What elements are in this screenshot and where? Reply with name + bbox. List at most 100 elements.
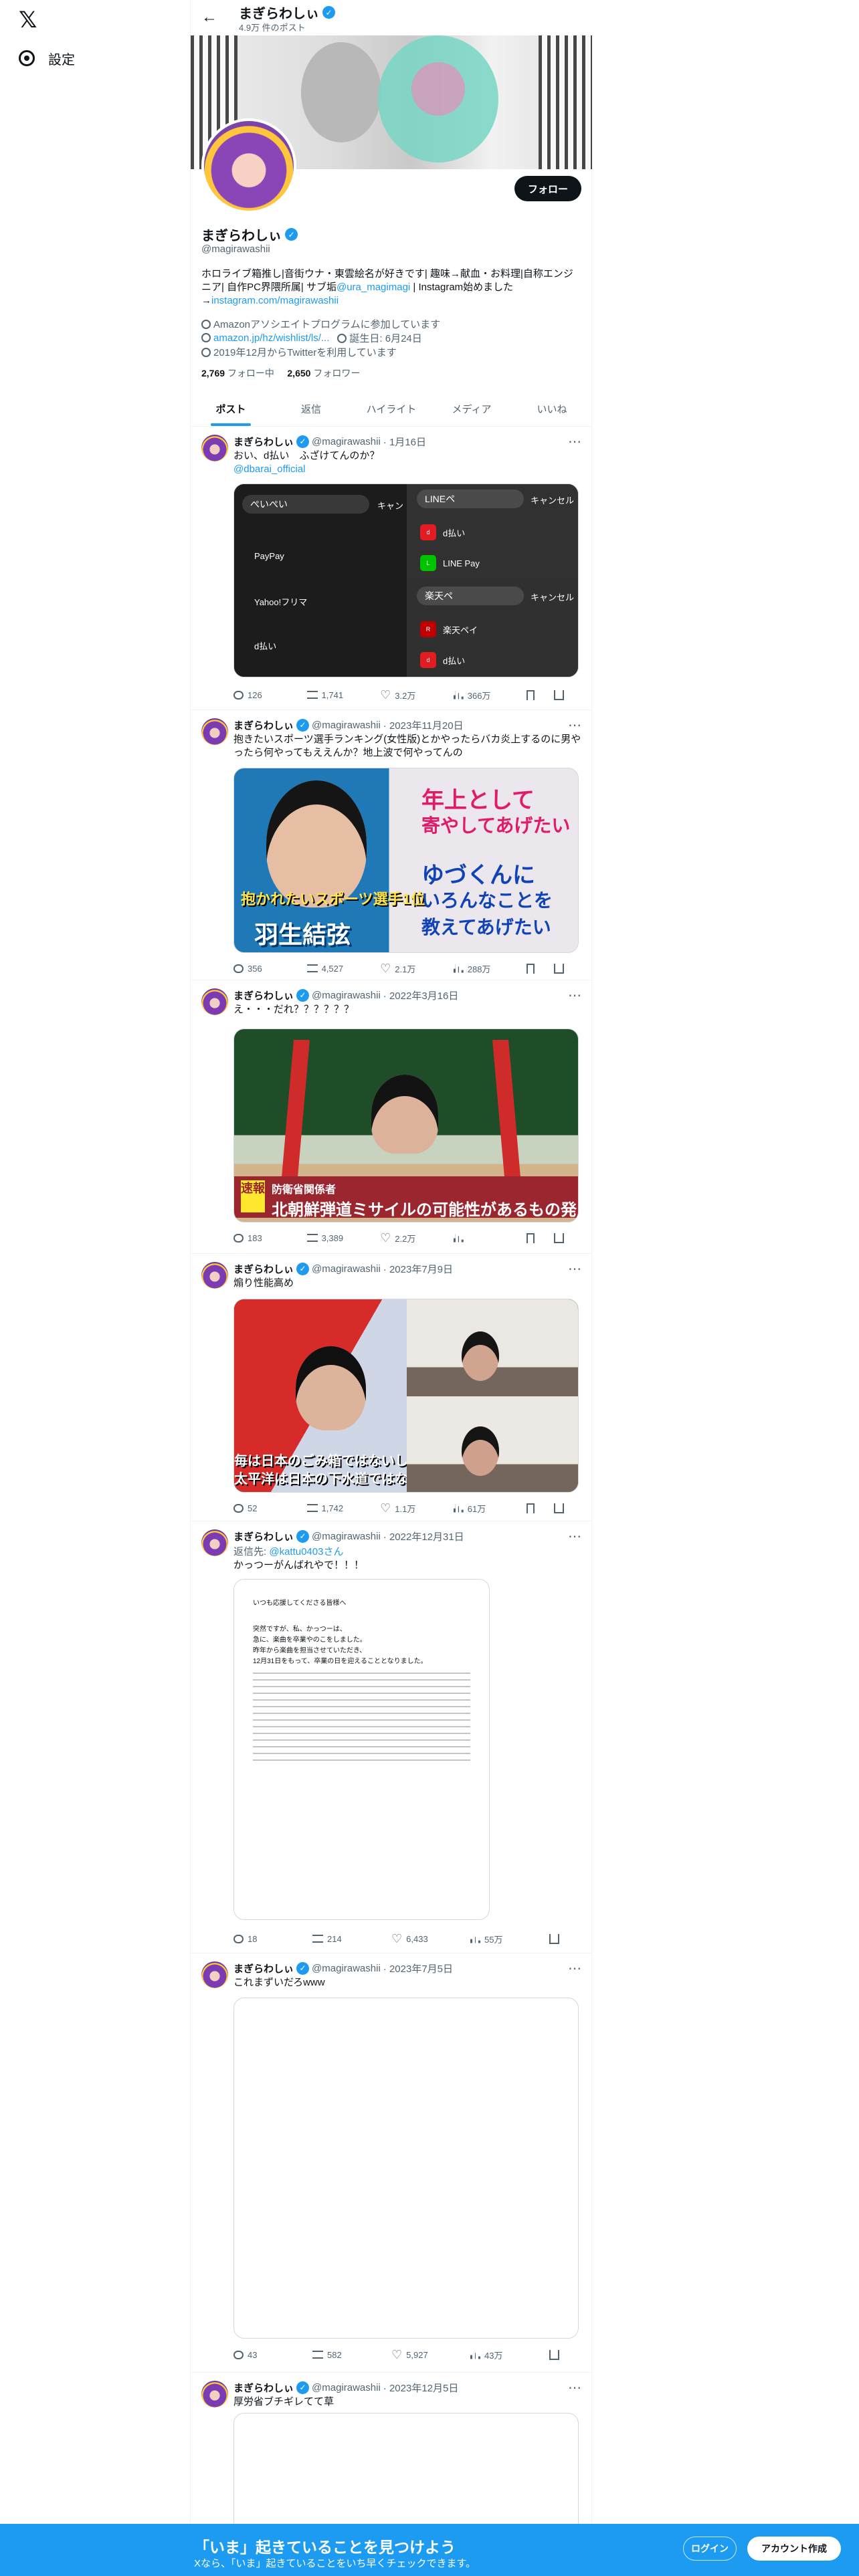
views-button[interactable]: 55万 xyxy=(470,1933,549,1945)
press-conference-image[interactable]: 毎は日本のごみ箱ではないし 太平洋は日本の下水道ではない xyxy=(233,1299,579,1493)
tweet-header: まぎらわしぃ ✓ @magirawashii · 2022年3月16日 xyxy=(233,988,459,1002)
avatar[interactable] xyxy=(201,988,228,1015)
like-button[interactable]: ♡ 1.1万 xyxy=(380,1502,454,1515)
retweet-icon xyxy=(306,691,318,699)
followers-link[interactable]: 2,650 フォロワー xyxy=(287,368,360,379)
back-arrow-icon[interactable]: ← xyxy=(201,8,217,27)
tab-replies[interactable]: 返信 xyxy=(271,391,351,426)
avatar[interactable] xyxy=(201,1961,228,1988)
reply-button[interactable]: 18 xyxy=(233,1934,312,1944)
avatar[interactable] xyxy=(201,1529,228,1556)
right-cancel-text-top: キャンセル xyxy=(531,496,575,506)
settings-label: 設定 xyxy=(48,52,75,68)
views-button[interactable]: 288万 xyxy=(453,962,527,975)
create-account-button[interactable]: アカウント作成 xyxy=(747,2537,841,2561)
bookmark-button[interactable] xyxy=(527,963,554,974)
more-icon[interactable]: ⋯ xyxy=(568,433,581,450)
letter-image[interactable]: いつも応援してくださる皆様へ 突然ですが、私、かっつーは、 急に、楽曲を卒業やの… xyxy=(233,1579,490,1920)
bio-subaccount-link[interactable]: @ura_magimagi xyxy=(337,282,410,293)
share-icon xyxy=(554,963,565,974)
bookmark-button[interactable] xyxy=(527,689,554,700)
reply-button[interactable]: 126 xyxy=(233,690,307,700)
tweet-card[interactable]: まぎらわしぃ ✓ @magirawashii · 1月16日 ⋯ おい、d払い ふざけ… xyxy=(191,427,592,710)
heart-icon: ♡ xyxy=(380,1501,391,1515)
news-broadcast-image[interactable]: 速報 防衛省関係者 北朝鮮弾道ミサイルの可能性があるもの発射 xyxy=(233,1029,579,1222)
sports-rank-label: 抱かれたいスポーツ選手1位 xyxy=(241,891,425,907)
like-button[interactable]: ♡ 6,433 xyxy=(391,1933,470,1945)
share-button[interactable] xyxy=(554,963,581,974)
reply-mention-link[interactable]: @kattu0403さん xyxy=(269,1546,343,1558)
joined-date: 2019年12月からTwitterを利用しています xyxy=(201,345,397,359)
retweet-button[interactable]: 4,527 xyxy=(306,964,381,974)
tweet-card[interactable]: まぎらわしぃ ✓ @magirawashii · 2022年3月16日 ⋯ え・・・だ… xyxy=(191,980,592,1254)
press-caption-line-2: 太平洋は日本の下水道ではない xyxy=(234,1472,421,1487)
more-icon[interactable]: ⋯ xyxy=(568,717,581,734)
avatar[interactable] xyxy=(201,1262,228,1289)
breaking-news-label: 速報 xyxy=(241,1180,265,1212)
retweet-button[interactable]: 214 xyxy=(312,1934,391,1944)
like-button[interactable]: ♡ 2.2万 xyxy=(380,1232,454,1245)
tweet-card[interactable]: まぎらわしぃ ✓ @magirawashii · 2023年7月9日 ⋯ 煽り性能高め… xyxy=(191,1254,592,1521)
avatar[interactable] xyxy=(201,2381,228,2407)
share-button[interactable] xyxy=(549,1933,579,1944)
left-search-field: ぺいぺい xyxy=(242,495,369,514)
more-icon[interactable]: ⋯ xyxy=(568,2379,581,2396)
retweet-button[interactable]: 3,389 xyxy=(306,1233,381,1243)
verified-icon: ✓ xyxy=(296,2381,310,2394)
tweet-text: 厚労省ブチギレてて草 xyxy=(233,2396,335,2407)
avatar[interactable] xyxy=(201,718,228,745)
like-button[interactable]: ♡ 2.1万 xyxy=(380,962,454,975)
letter-line-4: 12月31日をもって、卒業の日を迎えることとなりました。 xyxy=(253,1658,427,1665)
views-button[interactable]: 43万 xyxy=(470,2349,549,2361)
video-placeholder[interactable] xyxy=(233,1998,579,2339)
more-icon[interactable]: ⋯ xyxy=(568,1261,581,1277)
instagram-link[interactable]: instagram.com/magirawashii xyxy=(211,295,339,306)
profile-avatar[interactable] xyxy=(201,118,296,213)
tab-highlights[interactable]: ハイライト xyxy=(351,391,432,426)
mention-link[interactable]: @dbarai_official xyxy=(233,463,306,475)
views-icon xyxy=(453,964,464,973)
settings-link[interactable]: 設定 xyxy=(19,47,75,70)
views-button[interactable] xyxy=(453,1233,527,1243)
tab-media[interactable]: メディア xyxy=(432,391,512,426)
more-icon[interactable]: ⋯ xyxy=(568,1960,581,1977)
retweet-button[interactable]: 582 xyxy=(312,2350,391,2360)
follow-button[interactable]: フォロー xyxy=(514,176,581,201)
share-button[interactable] xyxy=(554,1232,581,1243)
letter-line-1: 突然ですが、私、かっつーは、 xyxy=(253,1626,347,1633)
reply-button[interactable]: 52 xyxy=(233,1503,307,1513)
share-icon xyxy=(549,2349,559,2360)
share-button[interactable] xyxy=(554,1503,581,1513)
retweet-button[interactable]: 1,741 xyxy=(306,690,381,700)
tab-likes[interactable]: いいね xyxy=(512,391,592,426)
tweet-header: まぎらわしぃ ✓ @magirawashii · 2023年7月5日 xyxy=(233,1961,453,1975)
reply-button[interactable]: 43 xyxy=(233,2350,312,2360)
reply-button[interactable]: 183 xyxy=(233,1233,307,1243)
views-button[interactable]: 61万 xyxy=(453,1502,527,1515)
views-button[interactable]: 366万 xyxy=(453,689,527,702)
like-button[interactable]: ♡ 5,927 xyxy=(391,2349,470,2361)
reply-button[interactable]: 356 xyxy=(233,964,307,974)
bookmark-button[interactable] xyxy=(527,1232,554,1243)
tweet-card[interactable]: まぎらわしぃ ✓ @magirawashii · 2023年11月20日 ⋯ 抱きたい… xyxy=(191,710,592,980)
more-icon[interactable]: ⋯ xyxy=(568,1528,581,1545)
login-button[interactable]: ログイン xyxy=(683,2537,737,2561)
tweet-card[interactable]: まぎらわしぃ ✓ @magirawashii · 2022年12月31日 ⋯ 返信先:… xyxy=(191,1521,592,1953)
retweet-button[interactable]: 1,742 xyxy=(306,1503,381,1513)
bookmark-button[interactable] xyxy=(527,1503,554,1513)
x-logo-icon[interactable]: 𝕏 xyxy=(19,8,43,32)
tab-posts[interactable]: ポスト xyxy=(191,391,271,426)
verified-icon: ✓ xyxy=(296,1262,310,1275)
amazon-wishlist-link[interactable]: amazon.jp/hz/wishlist/ls/... xyxy=(213,332,329,344)
share-button[interactable] xyxy=(549,2349,579,2360)
tweet-card[interactable]: まぎらわしぃ ✓ @magirawashii · 2023年7月5日 ⋯ これまずいだ… xyxy=(191,1953,592,2373)
avatar[interactable] xyxy=(201,435,228,461)
share-button[interactable] xyxy=(554,689,581,700)
following-link[interactable]: 2,769 フォロー中 xyxy=(201,368,274,379)
share-icon xyxy=(554,689,565,700)
tv-headline-image[interactable]: 抱かれたいスポーツ選手1位 羽生結弦 年上として 寄やしてあげたい ゆづくんに … xyxy=(233,768,579,953)
verified-icon: ✓ xyxy=(296,1961,310,1975)
payment-search-image[interactable]: ぺいぺい キャン PayPay Yahoo!フリマ d払い LINEペ キャンセ… xyxy=(233,484,579,677)
more-icon[interactable]: ⋯ xyxy=(568,987,581,1004)
like-button[interactable]: ♡ 3.2万 xyxy=(380,689,454,702)
